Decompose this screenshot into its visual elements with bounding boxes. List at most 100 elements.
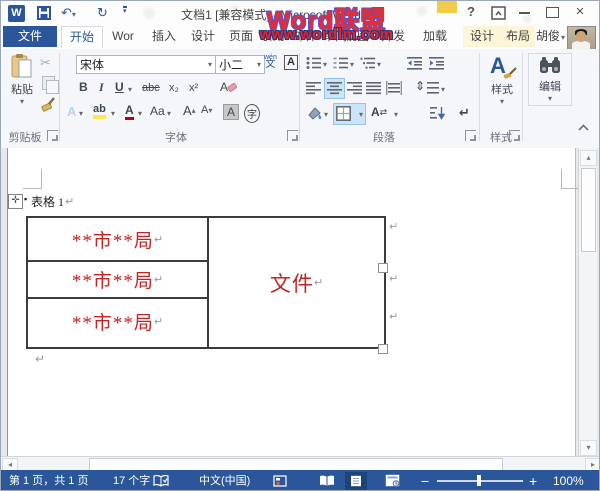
word-logo-icon[interactable]: W	[8, 5, 25, 22]
borders-button[interactable]: ▾	[333, 103, 366, 125]
table-move-handle[interactable]: ✛	[8, 194, 23, 209]
page-number-indicator[interactable]: 第 1 页，共 1 页	[9, 470, 88, 490]
caret-down-icon: ▾	[138, 109, 143, 118]
styles-dialog-launcher[interactable]	[509, 130, 520, 141]
change-case-button[interactable]: Aa	[150, 104, 165, 118]
zoom-slider-thumb[interactable]	[477, 475, 481, 486]
shading-button[interactable]	[306, 105, 324, 121]
superscript-button[interactable]: x²	[189, 82, 198, 94]
scroll-up-button[interactable]: ▴	[580, 150, 597, 166]
tab-design[interactable]: 设计	[185, 26, 221, 47]
group-divider	[299, 53, 300, 141]
word-count-indicator[interactable]: 17 个字	[113, 470, 150, 490]
align-left-button[interactable]	[306, 81, 322, 95]
minimize-button[interactable]	[519, 12, 530, 14]
collapse-ribbon-button[interactable]	[577, 123, 590, 132]
phonetic-guide-button[interactable]: wén 文	[264, 54, 277, 70]
tab-home-active[interactable]: 开始	[61, 26, 103, 48]
font-color-button[interactable]: A	[125, 103, 134, 120]
clear-formatting-button[interactable]: A	[219, 79, 237, 95]
table-resize-handle[interactable]	[378, 344, 388, 354]
web-layout-view-button[interactable]	[385, 474, 400, 487]
tab-table-design[interactable]: 设计	[463, 26, 501, 47]
multilevel-list-button[interactable]	[360, 56, 376, 70]
align-right-button[interactable]	[347, 81, 363, 95]
table-cell[interactable]: **市**局 ↵	[28, 299, 207, 343]
font-size-combobox[interactable]: 小二 ▾	[215, 55, 265, 74]
distribute-button[interactable]	[385, 81, 403, 95]
caret-down-icon: ▾	[128, 85, 133, 94]
increase-indent-button[interactable]	[429, 56, 445, 70]
user-avatar[interactable]	[567, 26, 596, 50]
format-painter-button[interactable]	[40, 96, 56, 112]
ribbon-display-options-button[interactable]	[491, 6, 506, 20]
line-spacing-button[interactable]: ⇕	[415, 79, 425, 93]
align-center-button[interactable]	[324, 78, 345, 99]
user-account-button[interactable]: 胡俊	[535, 26, 561, 47]
copy-button[interactable]	[42, 76, 59, 94]
paste-button[interactable]: 粘贴 ▾	[6, 53, 38, 106]
sort-button[interactable]	[429, 105, 446, 121]
close-button[interactable]: ×	[572, 4, 588, 20]
subscript-button[interactable]: x₂	[169, 82, 179, 94]
enclose-characters-button[interactable]: 字	[244, 104, 260, 123]
character-shading-button[interactable]: A	[223, 104, 240, 120]
justify-button[interactable]	[366, 81, 382, 95]
tab-wor[interactable]: Wor	[103, 26, 143, 47]
table-cell[interactable]: **市**局 ↵	[28, 218, 207, 262]
underline-button[interactable]: U	[115, 80, 124, 94]
clipboard-dialog-launcher[interactable]	[47, 130, 58, 141]
styles-gallery-button[interactable]: A 样式 ▾	[483, 53, 521, 106]
clipboard-group-label: 剪贴板	[8, 132, 42, 144]
text-effects-button[interactable]: A	[67, 104, 76, 119]
tab-insert[interactable]: 插入	[145, 26, 183, 47]
qat-customize-button[interactable]: ▾	[123, 6, 127, 16]
table-resize-handle[interactable]	[378, 263, 388, 273]
table-cell[interactable]: **市**局 ↵	[28, 262, 207, 299]
paragraph-dialog-launcher[interactable]	[465, 130, 476, 141]
vertical-scroll-thumb[interactable]	[581, 168, 596, 252]
table-caption[interactable]: 表格 1	[31, 193, 64, 210]
decrease-indent-button[interactable]	[407, 56, 423, 70]
bullets-button[interactable]	[306, 56, 322, 70]
grow-font-label: A	[183, 103, 192, 118]
italic-button[interactable]: I	[99, 80, 104, 95]
font-dialog-launcher[interactable]	[287, 130, 298, 141]
editing-button[interactable]: 编辑 ▾	[528, 53, 572, 106]
language-indicator[interactable]: 中文(中国)	[199, 470, 250, 490]
text-effects-label: A	[67, 104, 77, 119]
scroll-down-icon: ▾	[586, 443, 591, 452]
undo-button[interactable]: ↶▾	[61, 4, 76, 23]
scroll-down-button[interactable]: ▾	[580, 440, 597, 456]
horizontal-scrollbar: ◂ ▸	[1, 456, 599, 471]
contextual-tab-group-marker	[437, 1, 457, 13]
shrink-font-button[interactable]: A ▾	[201, 104, 212, 116]
character-border-button[interactable]: A	[284, 55, 298, 70]
proofing-status-icon[interactable]	[153, 475, 169, 487]
avatar-shirt	[572, 41, 590, 49]
read-mode-view-button[interactable]	[319, 475, 335, 487]
strikethrough-button[interactable]: abc	[142, 82, 160, 94]
highlight-color-button[interactable]: ab	[93, 103, 106, 119]
bold-button[interactable]: B	[79, 80, 88, 94]
paragraph-group-label: 段落	[373, 132, 395, 144]
macro-recording-icon[interactable]	[273, 475, 287, 487]
zoom-level-indicator[interactable]: 100%	[553, 470, 584, 490]
redo-button[interactable]: ↻	[97, 4, 108, 21]
numbering-button[interactable]	[333, 56, 349, 70]
tab-file[interactable]: 文件	[3, 26, 57, 47]
print-layout-view-button[interactable]	[345, 472, 367, 490]
caret-down-icon: ▾	[547, 94, 552, 103]
table-merged-cell[interactable]: 文件 ↵	[209, 218, 384, 347]
tab-table-layout[interactable]: 布局	[501, 26, 535, 47]
show-hide-marks-button[interactable]: ↵	[459, 105, 470, 121]
save-icon[interactable]	[37, 6, 51, 20]
help-button[interactable]: ?	[463, 4, 479, 20]
cut-button[interactable]: ✂	[40, 55, 51, 71]
font-name-combobox[interactable]: 宋体 ▾	[76, 55, 216, 74]
zoom-in-button[interactable]: +	[529, 470, 537, 490]
maximize-button[interactable]	[546, 7, 559, 18]
zoom-out-button[interactable]: −	[421, 470, 429, 490]
asian-layout-button[interactable]: A ⇄	[371, 105, 387, 119]
grow-font-button[interactable]: A ▴	[183, 103, 196, 118]
